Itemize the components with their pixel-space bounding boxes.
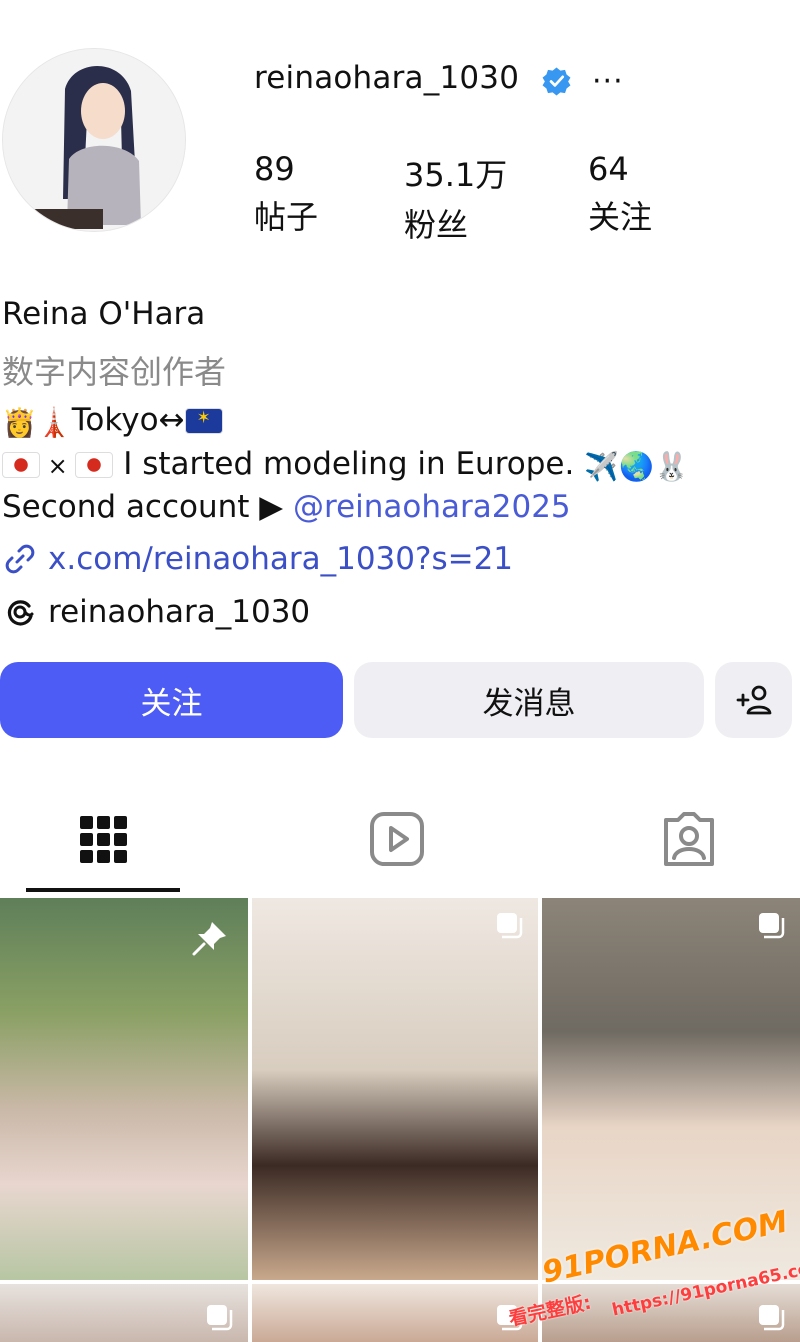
threads-profile-link[interactable]: reinaohara_1030	[2, 594, 310, 630]
tab-posts-grid[interactable]	[72, 808, 134, 870]
airplane-emoji-icon: ✈️	[584, 450, 620, 483]
tab-reels[interactable]	[366, 808, 428, 870]
suggested-users-button[interactable]	[715, 662, 792, 738]
rabbit-emoji-icon: 🐰	[653, 450, 689, 483]
profile-external-link[interactable]: x.com/reinaohara_1030?s=21	[2, 541, 513, 577]
threads-icon	[7, 600, 34, 626]
link-icon	[5, 544, 35, 574]
stat-following-label: 关注	[588, 198, 653, 236]
follow-button[interactable]: 关注	[0, 662, 343, 738]
bio-mention-link[interactable]: @reinaohara2025	[293, 489, 571, 525]
tab-tagged[interactable]	[658, 808, 720, 870]
japan-flag-icon	[2, 452, 40, 478]
stat-posts-label: 帖子	[254, 198, 319, 236]
stat-followers-value: 35.1万	[404, 156, 508, 194]
bio-line-3: Second account ▶ @reinaohara2025	[2, 489, 571, 525]
profile-display-name: Reina O'Hara	[2, 296, 206, 332]
bio-line-1: 👸🗼Tokyo↔	[2, 402, 223, 439]
profile-link-text: x.com/reinaohara_1030?s=21	[48, 541, 514, 577]
japan-flag-icon	[75, 452, 114, 478]
threads-username: reinaohara_1030	[48, 594, 311, 630]
profile-username: reinaohara_1030	[254, 60, 520, 96]
reels-icon	[370, 812, 424, 866]
bio-line-2: × I started modeling in Europe. ✈️🌏🐰	[2, 446, 689, 483]
profile-category: 数字内容创作者	[2, 353, 227, 391]
bio-line-3-text: Second account ▶	[2, 489, 284, 525]
post-thumbnail[interactable]	[252, 898, 538, 1280]
stat-posts-value: 89	[254, 150, 295, 188]
post-thumbnail[interactable]	[0, 1284, 248, 1342]
stat-posts[interactable]: 89 帖子	[254, 150, 318, 238]
message-button[interactable]: 发消息	[354, 662, 704, 738]
stat-followers-label: 粉丝	[404, 206, 469, 244]
tagged-icon	[664, 812, 714, 866]
bio-line-1-text: Tokyo↔	[71, 402, 185, 438]
carousel-icon	[497, 913, 523, 939]
carousel-icon	[207, 1305, 233, 1331]
grid-icon	[80, 816, 127, 863]
eu-flag-icon	[184, 408, 223, 434]
pin-icon	[192, 922, 226, 956]
princess-emoji-icon: 👸	[2, 406, 37, 439]
add-user-icon	[736, 685, 771, 715]
stat-following-value: 64	[588, 150, 629, 188]
more-options-button[interactable]: ···	[592, 64, 624, 99]
stat-following[interactable]: 64 关注	[588, 150, 652, 238]
avatar-image	[3, 49, 185, 231]
profile-tabs	[0, 790, 800, 894]
globe-emoji-icon: 🌏	[619, 450, 654, 483]
bio-line-2-text: I started modeling in Europe.	[123, 446, 575, 482]
profile-avatar[interactable]	[2, 48, 186, 232]
stat-followers[interactable]: 35.1万 粉丝	[404, 150, 507, 246]
watermark-overlay: 91PORNA.COM https://91porna65.com 看完整版:	[507, 1204, 800, 1342]
post-thumbnail[interactable]	[252, 1284, 538, 1342]
verified-badge-icon	[542, 67, 571, 96]
carousel-icon	[759, 913, 785, 939]
active-tab-indicator	[26, 888, 180, 892]
tokyo-tower-emoji-icon: 🗼	[36, 406, 72, 439]
post-thumbnail[interactable]	[0, 898, 248, 1280]
